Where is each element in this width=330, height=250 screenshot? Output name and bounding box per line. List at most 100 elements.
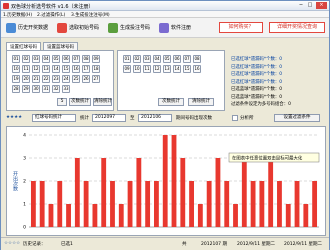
bar-06 (74, 158, 80, 227)
blue-clear-button[interactable]: 清除统计 (188, 98, 214, 106)
red-number-grid: 01 02 03 04 05 06 07 08 09 10 11 12 13 14 15 16 17 18 19 20… (12, 55, 100, 93)
blue-number-06[interactable]: 06 (173, 55, 181, 63)
blue-stats-button[interactable]: 次数统计 (158, 98, 184, 106)
maximize-icon[interactable]: □ (306, 2, 314, 9)
blue-number-03[interactable]: 03 (143, 55, 151, 63)
register-button[interactable]: 软件注册 (159, 21, 191, 34)
blue-number-13[interactable]: 13 (163, 65, 171, 73)
blue-number-14[interactable]: 14 (173, 65, 181, 73)
blue-number-02[interactable]: 02 (133, 55, 141, 63)
grid-icon (108, 22, 118, 33)
red-number-07[interactable]: 07 (72, 55, 80, 63)
red-number-31[interactable]: 31 (42, 85, 50, 93)
red-number-10[interactable]: 10 (12, 65, 20, 73)
to-period-select[interactable]: 2012106 (138, 114, 172, 122)
red-number-12[interactable]: 12 (32, 65, 40, 73)
red-clear-button[interactable]: 清除统计 (93, 98, 112, 106)
red-number-20[interactable]: 20 (22, 75, 30, 83)
toolbar: 历史开奖数据 选取初始号码 生成投注号码 软件注册 如何购买？ 详细开奖情况查询 (1, 18, 329, 38)
from-period-select[interactable]: 2012097 (92, 114, 126, 122)
bar-24 (233, 204, 238, 227)
red-number-18[interactable]: 18 (92, 65, 100, 73)
blue-number-grid: 01 02 03 04 05 06 07 08 09 10 11 12 13 14 15 16 (123, 55, 201, 73)
red-number-24[interactable]: 24 (62, 75, 70, 83)
blue-number-16[interactable]: 16 (193, 65, 201, 73)
blue-number-09[interactable]: 09 (123, 65, 131, 73)
status-date-1: 2012/9/11 星期二 (237, 242, 276, 247)
how-to-buy-button[interactable]: 如何购买？ (219, 22, 263, 33)
blue-number-05[interactable]: 05 (163, 55, 171, 63)
bar-23 (224, 181, 230, 227)
stat-line: 已选蓝球*遗漏码*个数：0 (231, 87, 283, 92)
red-number-05[interactable]: 05 (52, 55, 60, 63)
blue-number-11[interactable]: 11 (143, 65, 151, 73)
red-number-17[interactable]: 17 (82, 65, 90, 73)
red-count-field[interactable]: 5 (57, 98, 67, 106)
blue-number-01[interactable]: 01 (123, 55, 131, 63)
red-number-32[interactable]: 32 (52, 85, 60, 93)
mode-label: 期间号码出现次数 (176, 116, 212, 121)
history-data-button[interactable]: 历史开奖数据 (6, 21, 48, 34)
red-number-33[interactable]: 33 (62, 85, 70, 93)
generate-bets-button[interactable]: 生成投注号码 (108, 21, 150, 34)
red-number-01[interactable]: 01 (12, 55, 20, 63)
red-number-11[interactable]: 11 (22, 65, 30, 73)
chart-controls: ★★★★ 红球号码统计 统计 2012097 至 2012106 期间号码出现次… (6, 114, 326, 124)
pick-initial-button[interactable]: 选取初始号码 (57, 21, 99, 34)
tooltip-text: 在图表中任意位置双击鼠标可最大化 (232, 155, 303, 162)
red-number-23[interactable]: 23 (52, 75, 60, 83)
red-number-30[interactable]: 30 (32, 85, 40, 93)
bar-30 (285, 204, 291, 227)
bar-13 (136, 158, 142, 227)
blue-number-07[interactable]: 07 (183, 55, 191, 63)
detail-query-button[interactable]: 详细开奖情况查询 (269, 22, 325, 33)
status-stars: ☆☆☆☆ (4, 241, 21, 246)
red-number-panel: 01 02 03 04 05 06 07 08 09 10 11 12 13 14 15 16 17 18 19 20… (6, 50, 114, 111)
tab-red[interactable]: 设置红球号码 (6, 42, 41, 50)
red-number-25[interactable]: 25 (72, 75, 80, 83)
red-number-14[interactable]: 14 (52, 65, 60, 73)
bar-32 (303, 204, 309, 227)
red-number-21[interactable]: 21 (32, 75, 40, 83)
red-number-28[interactable]: 28 (12, 85, 20, 93)
status-label: 历史记录： (23, 242, 46, 247)
app-icon (3, 3, 9, 9)
bar-10 (110, 181, 115, 227)
blue-number-08[interactable]: 08 (193, 55, 201, 63)
red-number-09[interactable]: 09 (92, 55, 100, 63)
blue-number-04[interactable]: 04 (153, 55, 161, 63)
minimize-icon[interactable]: ─ (297, 2, 305, 9)
red-number-02[interactable]: 02 (22, 55, 30, 63)
blue-number-10[interactable]: 10 (133, 65, 141, 73)
y-tick-label: 4 (23, 133, 26, 139)
blue-number-15[interactable]: 15 (183, 65, 191, 73)
red-number-13[interactable]: 13 (42, 65, 50, 73)
red-number-03[interactable]: 03 (32, 55, 40, 63)
red-number-26[interactable]: 26 (82, 75, 90, 83)
red-number-04[interactable]: 04 (42, 55, 50, 63)
bar-02 (39, 181, 45, 227)
bar-17 (171, 135, 177, 227)
bar-09 (101, 158, 107, 227)
red-number-22[interactable]: 22 (42, 75, 50, 83)
red-number-16[interactable]: 16 (72, 65, 80, 73)
to-label: 至 (130, 116, 135, 121)
analyze-checkbox[interactable] (232, 115, 238, 121)
y-tick-label: 2 (23, 179, 26, 185)
red-number-29[interactable]: 29 (22, 85, 30, 93)
red-number-27[interactable]: 27 (92, 75, 100, 83)
bar-16 (162, 135, 168, 227)
red-number-19[interactable]: 19 (12, 75, 20, 83)
close-icon[interactable]: × (316, 2, 327, 9)
tab-blue[interactable]: 设置蓝球号码 (43, 42, 78, 50)
bar-25 (241, 158, 247, 227)
red-number-06[interactable]: 06 (62, 55, 70, 63)
frequency-chart[interactable]: 0 1 2 3 4 开出次数 在图表中任意位置双击鼠标可最大化 (6, 126, 326, 236)
bar-22 (215, 158, 221, 227)
red-number-15[interactable]: 15 (62, 65, 70, 73)
red-number-08[interactable]: 08 (82, 55, 90, 63)
filter-settings-button[interactable]: 设置过滤条件 (274, 114, 320, 122)
red-stats-button[interactable]: 次数统计 (69, 98, 91, 106)
blue-number-12[interactable]: 12 (153, 65, 161, 73)
stat-type-select[interactable]: 红球号码统计 (32, 114, 76, 122)
